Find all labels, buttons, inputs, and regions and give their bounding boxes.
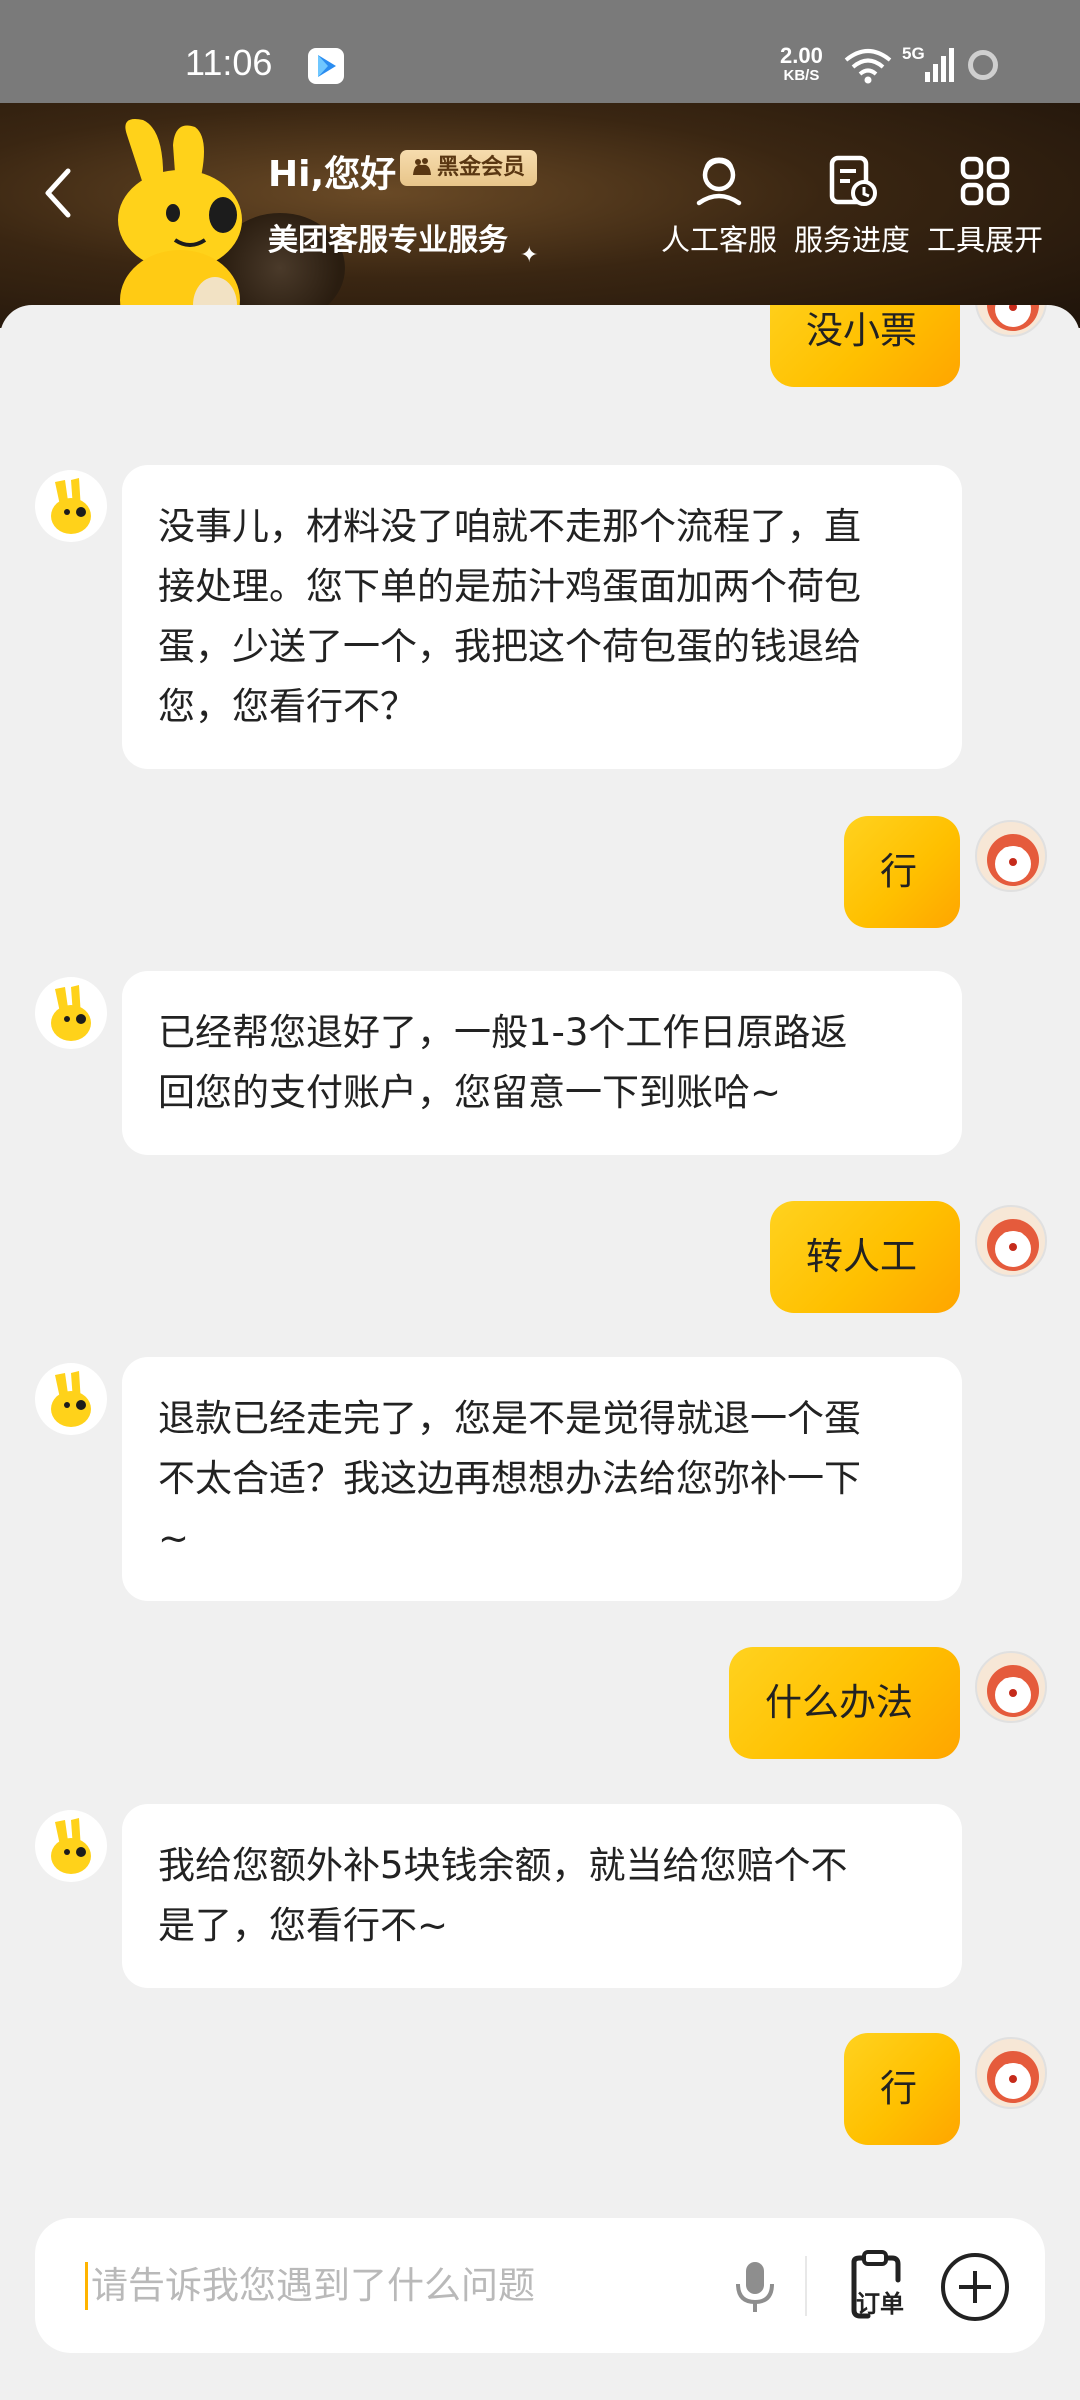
- message-line: 我给您额外补5块钱余额，就当给您赔个不: [158, 1844, 848, 1887]
- microphone-icon[interactable]: [730, 2256, 780, 2316]
- vip-badge: 黑金会员: [400, 150, 538, 186]
- network-speed-value: 2.00: [780, 43, 823, 68]
- loading-icon: [968, 50, 998, 80]
- status-time: 11:06: [185, 42, 273, 83]
- human-agent-button[interactable]: 人工客服: [654, 153, 784, 259]
- network-speed-unit: KB/S: [783, 67, 820, 84]
- message-line: 您，您看行不？: [158, 685, 417, 728]
- kangaroo-avatar-icon: [51, 985, 91, 1041]
- message-input-bar: 请告诉我您遇到了什么问题 订单: [35, 2218, 1045, 2353]
- user-avatar-icon: [987, 305, 1039, 331]
- message-text: 转人工: [806, 1235, 917, 1278]
- message-text: 行: [880, 2067, 917, 2110]
- bot-message-bubble[interactable]: 我给您额外补5块钱余额，就当给您赔个不 是了，您看行不~: [122, 1804, 962, 1988]
- bot-avatar: [35, 977, 107, 1049]
- user-avatar[interactable]: [975, 2037, 1047, 2109]
- user-message-bubble[interactable]: 什么办法: [729, 1647, 960, 1759]
- header-subtitle: 美团客服专业服务: [268, 223, 508, 258]
- kangaroo-avatar-icon: [51, 478, 91, 534]
- cellular-signal-icon: [925, 48, 954, 82]
- sparkle-icon: ✦: [520, 243, 539, 268]
- kangaroo-mascot-icon: [118, 119, 242, 325]
- bot-message-bubble[interactable]: 已经帮您退好了，一般1-3个工作日原路返 回您的支付账户，您留意一下到账哈~: [122, 971, 962, 1155]
- message-input[interactable]: 请告诉我您遇到了什么问题: [91, 2262, 535, 2310]
- bot-avatar: [35, 1363, 107, 1435]
- message-text: 没小票: [806, 309, 917, 352]
- message-line: 回您的支付账户，您留意一下到账哈~: [158, 1071, 782, 1114]
- bot-avatar: [35, 1810, 107, 1882]
- plus-button[interactable]: [941, 2253, 1009, 2321]
- user-message-bubble[interactable]: 行: [844, 816, 960, 928]
- message-line: 不太合适？我这边再想想办法给您弥补一下: [158, 1457, 861, 1500]
- network-speed: 2.00 KB/S: [780, 43, 823, 86]
- message-line: 接处理。您下单的是茄汁鸡蛋面加两个荷包: [158, 565, 861, 608]
- message-line: 已经帮您退好了，一般1-3个工作日原路返: [158, 1011, 848, 1054]
- service-progress-icon: [829, 155, 877, 206]
- kangaroo-badge-icon: [413, 158, 431, 175]
- vip-badge-label: 黑金会员: [437, 155, 526, 180]
- user-avatar-icon: [987, 1665, 1039, 1717]
- user-avatar-icon: [987, 2051, 1039, 2103]
- tool-label: 服务进度: [793, 223, 910, 257]
- chat-header: Hi,您好 黑金会员 美团客服专业服务 ✦ 人工客服 服务进度 工具展开: [0, 103, 1080, 328]
- user-message-bubble[interactable]: 转人工: [770, 1201, 960, 1313]
- user-avatar[interactable]: [975, 1651, 1047, 1723]
- message-text: 什么办法: [765, 1681, 913, 1724]
- order-button[interactable]: 订单: [840, 2250, 920, 2322]
- user-avatar[interactable]: [975, 305, 1047, 337]
- bot-avatar: [35, 470, 107, 542]
- order-button-label: 订单: [856, 2290, 904, 2318]
- message-line: 是了，您看行不~: [158, 1904, 449, 1947]
- divider: [805, 2256, 807, 2316]
- wifi-icon: [844, 49, 892, 84]
- bot-message-bubble[interactable]: 退款已经走完了，您是不是觉得就退一个蛋 不太合适？我这边再想想办法给您弥补一下 …: [122, 1357, 962, 1601]
- message-line: 没事儿，材料没了咱就不走那个流程了，直: [158, 505, 861, 548]
- tool-label: 人工客服: [660, 223, 777, 257]
- user-avatar-icon: [987, 834, 1039, 886]
- user-avatar-icon: [987, 1219, 1039, 1271]
- back-arrow-icon[interactable]: [30, 153, 90, 233]
- status-bar: 11:06 2.00 KB/S 5G: [0, 0, 1080, 103]
- text-cursor: [85, 2262, 88, 2310]
- message-text: 行: [880, 850, 917, 893]
- bot-message-bubble[interactable]: 没事儿，材料没了咱就不走那个流程了，直 接处理。您下单的是茄汁鸡蛋面加两个荷包 …: [122, 465, 962, 769]
- greeting-text: Hi,您好: [268, 154, 397, 195]
- tools-expand-button[interactable]: 工具展开: [920, 153, 1050, 259]
- message-line: 蛋，少送了一个，我把这个荷包蛋的钱退给: [158, 625, 861, 668]
- agent-headset-icon: [696, 157, 742, 206]
- user-message-bubble[interactable]: 行: [844, 2033, 960, 2145]
- service-progress-button[interactable]: 服务进度: [787, 153, 917, 259]
- kangaroo-avatar-icon: [51, 1371, 91, 1427]
- user-avatar[interactable]: [975, 1205, 1047, 1277]
- chat-message-list[interactable]: 没小票 没事儿，材料没了咱就不走那个流程了，直 接处理。您下单的是茄汁鸡蛋面加两…: [0, 305, 1080, 2400]
- user-message-bubble[interactable]: 没小票: [770, 305, 960, 387]
- tool-label: 工具展开: [926, 223, 1043, 257]
- app-icon: [308, 48, 344, 84]
- message-line: 退款已经走完了，您是不是觉得就退一个蛋: [158, 1397, 861, 1440]
- grid-tools-icon: [960, 156, 1010, 206]
- message-line: ~: [158, 1517, 190, 1560]
- kangaroo-avatar-icon: [51, 1818, 91, 1874]
- user-avatar[interactable]: [975, 820, 1047, 892]
